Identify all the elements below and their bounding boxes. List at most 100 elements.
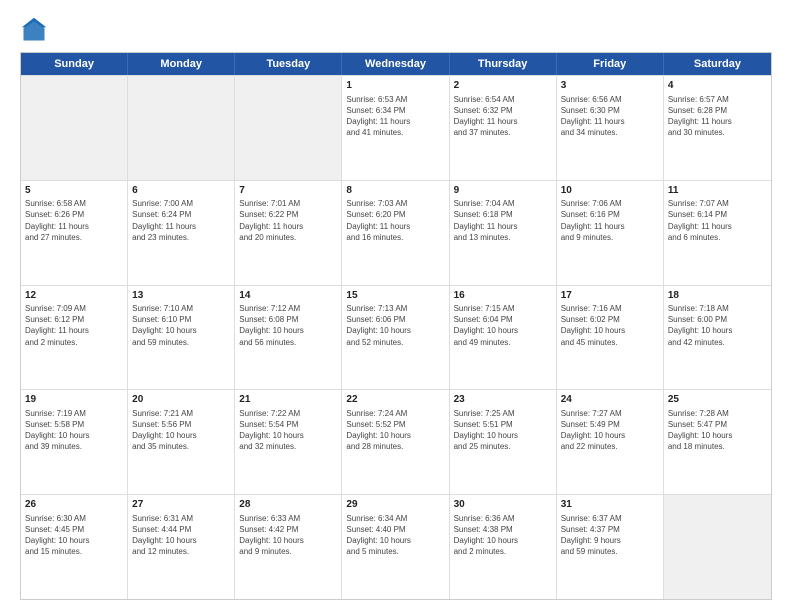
cell-content: Sunrise: 7:21 AM Sunset: 5:56 PM Dayligh… (132, 408, 230, 453)
cell-content: Sunrise: 6:30 AM Sunset: 4:45 PM Dayligh… (25, 513, 123, 558)
day-number: 30 (454, 498, 552, 512)
cell-content: Sunrise: 7:07 AM Sunset: 6:14 PM Dayligh… (668, 198, 767, 243)
day-number: 21 (239, 393, 337, 407)
header-day-wednesday: Wednesday (342, 53, 449, 75)
header-day-thursday: Thursday (450, 53, 557, 75)
calendar-cell-4-2: 28Sunrise: 6:33 AM Sunset: 4:42 PM Dayli… (235, 495, 342, 599)
calendar-cell-4-5: 31Sunrise: 6:37 AM Sunset: 4:37 PM Dayli… (557, 495, 664, 599)
cell-content: Sunrise: 7:28 AM Sunset: 5:47 PM Dayligh… (668, 408, 767, 453)
calendar-cell-3-6: 25Sunrise: 7:28 AM Sunset: 5:47 PM Dayli… (664, 390, 771, 494)
calendar: SundayMondayTuesdayWednesdayThursdayFrid… (20, 52, 772, 600)
day-number: 16 (454, 289, 552, 303)
calendar-row-1: 5Sunrise: 6:58 AM Sunset: 6:26 PM Daylig… (21, 180, 771, 285)
calendar-cell-1-0: 5Sunrise: 6:58 AM Sunset: 6:26 PM Daylig… (21, 181, 128, 285)
cell-content: Sunrise: 7:10 AM Sunset: 6:10 PM Dayligh… (132, 303, 230, 348)
day-number: 6 (132, 184, 230, 198)
day-number: 13 (132, 289, 230, 303)
cell-content: Sunrise: 7:19 AM Sunset: 5:58 PM Dayligh… (25, 408, 123, 453)
header-day-saturday: Saturday (664, 53, 771, 75)
cell-content: Sunrise: 7:22 AM Sunset: 5:54 PM Dayligh… (239, 408, 337, 453)
cell-content: Sunrise: 6:53 AM Sunset: 6:34 PM Dayligh… (346, 94, 444, 139)
calendar-cell-1-5: 10Sunrise: 7:06 AM Sunset: 6:16 PM Dayli… (557, 181, 664, 285)
day-number: 24 (561, 393, 659, 407)
day-number: 3 (561, 79, 659, 93)
cell-content: Sunrise: 7:09 AM Sunset: 6:12 PM Dayligh… (25, 303, 123, 348)
day-number: 4 (668, 79, 767, 93)
calendar-cell-0-0 (21, 76, 128, 180)
calendar-cell-0-1 (128, 76, 235, 180)
calendar-cell-1-2: 7Sunrise: 7:01 AM Sunset: 6:22 PM Daylig… (235, 181, 342, 285)
cell-content: Sunrise: 7:25 AM Sunset: 5:51 PM Dayligh… (454, 408, 552, 453)
logo-icon (20, 16, 48, 44)
cell-content: Sunrise: 7:04 AM Sunset: 6:18 PM Dayligh… (454, 198, 552, 243)
cell-content: Sunrise: 7:03 AM Sunset: 6:20 PM Dayligh… (346, 198, 444, 243)
day-number: 14 (239, 289, 337, 303)
day-number: 28 (239, 498, 337, 512)
header (20, 16, 772, 44)
calendar-cell-3-3: 22Sunrise: 7:24 AM Sunset: 5:52 PM Dayli… (342, 390, 449, 494)
calendar-cell-4-4: 30Sunrise: 6:36 AM Sunset: 4:38 PM Dayli… (450, 495, 557, 599)
calendar-cell-2-3: 15Sunrise: 7:13 AM Sunset: 6:06 PM Dayli… (342, 286, 449, 390)
cell-content: Sunrise: 7:00 AM Sunset: 6:24 PM Dayligh… (132, 198, 230, 243)
calendar-cell-1-3: 8Sunrise: 7:03 AM Sunset: 6:20 PM Daylig… (342, 181, 449, 285)
calendar-row-2: 12Sunrise: 7:09 AM Sunset: 6:12 PM Dayli… (21, 285, 771, 390)
cell-content: Sunrise: 6:57 AM Sunset: 6:28 PM Dayligh… (668, 94, 767, 139)
calendar-header-row: SundayMondayTuesdayWednesdayThursdayFrid… (21, 53, 771, 75)
cell-content: Sunrise: 6:33 AM Sunset: 4:42 PM Dayligh… (239, 513, 337, 558)
cell-content: Sunrise: 7:15 AM Sunset: 6:04 PM Dayligh… (454, 303, 552, 348)
cell-content: Sunrise: 7:13 AM Sunset: 6:06 PM Dayligh… (346, 303, 444, 348)
cell-content: Sunrise: 6:58 AM Sunset: 6:26 PM Dayligh… (25, 198, 123, 243)
cell-content: Sunrise: 7:24 AM Sunset: 5:52 PM Dayligh… (346, 408, 444, 453)
day-number: 15 (346, 289, 444, 303)
calendar-cell-4-3: 29Sunrise: 6:34 AM Sunset: 4:40 PM Dayli… (342, 495, 449, 599)
day-number: 5 (25, 184, 123, 198)
calendar-cell-3-5: 24Sunrise: 7:27 AM Sunset: 5:49 PM Dayli… (557, 390, 664, 494)
calendar-cell-1-6: 11Sunrise: 7:07 AM Sunset: 6:14 PM Dayli… (664, 181, 771, 285)
day-number: 20 (132, 393, 230, 407)
calendar-cell-2-1: 13Sunrise: 7:10 AM Sunset: 6:10 PM Dayli… (128, 286, 235, 390)
calendar-cell-0-2 (235, 76, 342, 180)
cell-content: Sunrise: 6:34 AM Sunset: 4:40 PM Dayligh… (346, 513, 444, 558)
day-number: 8 (346, 184, 444, 198)
cell-content: Sunrise: 7:12 AM Sunset: 6:08 PM Dayligh… (239, 303, 337, 348)
calendar-cell-3-2: 21Sunrise: 7:22 AM Sunset: 5:54 PM Dayli… (235, 390, 342, 494)
cell-content: Sunrise: 7:16 AM Sunset: 6:02 PM Dayligh… (561, 303, 659, 348)
header-day-friday: Friday (557, 53, 664, 75)
calendar-cell-2-5: 17Sunrise: 7:16 AM Sunset: 6:02 PM Dayli… (557, 286, 664, 390)
day-number: 7 (239, 184, 337, 198)
cell-content: Sunrise: 6:56 AM Sunset: 6:30 PM Dayligh… (561, 94, 659, 139)
cell-content: Sunrise: 6:31 AM Sunset: 4:44 PM Dayligh… (132, 513, 230, 558)
day-number: 19 (25, 393, 123, 407)
day-number: 26 (25, 498, 123, 512)
header-day-monday: Monday (128, 53, 235, 75)
calendar-cell-2-2: 14Sunrise: 7:12 AM Sunset: 6:08 PM Dayli… (235, 286, 342, 390)
calendar-cell-0-5: 3Sunrise: 6:56 AM Sunset: 6:30 PM Daylig… (557, 76, 664, 180)
cell-content: Sunrise: 7:01 AM Sunset: 6:22 PM Dayligh… (239, 198, 337, 243)
day-number: 12 (25, 289, 123, 303)
header-day-tuesday: Tuesday (235, 53, 342, 75)
calendar-cell-4-6 (664, 495, 771, 599)
day-number: 2 (454, 79, 552, 93)
cell-content: Sunrise: 7:06 AM Sunset: 6:16 PM Dayligh… (561, 198, 659, 243)
day-number: 29 (346, 498, 444, 512)
day-number: 10 (561, 184, 659, 198)
day-number: 25 (668, 393, 767, 407)
calendar-cell-4-1: 27Sunrise: 6:31 AM Sunset: 4:44 PM Dayli… (128, 495, 235, 599)
day-number: 17 (561, 289, 659, 303)
cell-content: Sunrise: 6:54 AM Sunset: 6:32 PM Dayligh… (454, 94, 552, 139)
day-number: 1 (346, 79, 444, 93)
cell-content: Sunrise: 6:36 AM Sunset: 4:38 PM Dayligh… (454, 513, 552, 558)
calendar-cell-0-6: 4Sunrise: 6:57 AM Sunset: 6:28 PM Daylig… (664, 76, 771, 180)
calendar-row-4: 26Sunrise: 6:30 AM Sunset: 4:45 PM Dayli… (21, 494, 771, 599)
calendar-row-0: 1Sunrise: 6:53 AM Sunset: 6:34 PM Daylig… (21, 75, 771, 180)
page: SundayMondayTuesdayWednesdayThursdayFrid… (0, 0, 792, 612)
day-number: 22 (346, 393, 444, 407)
day-number: 31 (561, 498, 659, 512)
calendar-cell-0-4: 2Sunrise: 6:54 AM Sunset: 6:32 PM Daylig… (450, 76, 557, 180)
calendar-cell-2-4: 16Sunrise: 7:15 AM Sunset: 6:04 PM Dayli… (450, 286, 557, 390)
cell-content: Sunrise: 7:18 AM Sunset: 6:00 PM Dayligh… (668, 303, 767, 348)
cell-content: Sunrise: 6:37 AM Sunset: 4:37 PM Dayligh… (561, 513, 659, 558)
calendar-body: 1Sunrise: 6:53 AM Sunset: 6:34 PM Daylig… (21, 75, 771, 599)
day-number: 9 (454, 184, 552, 198)
calendar-cell-3-1: 20Sunrise: 7:21 AM Sunset: 5:56 PM Dayli… (128, 390, 235, 494)
